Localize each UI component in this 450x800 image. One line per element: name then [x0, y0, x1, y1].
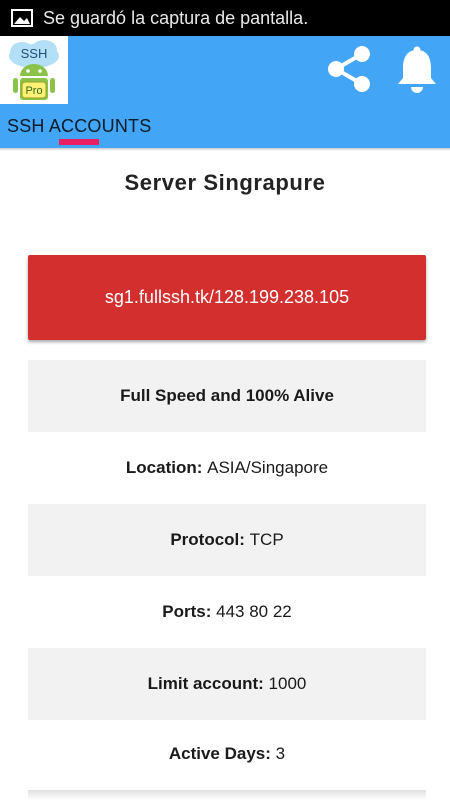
- app-bar: SSH Pro: [0, 36, 450, 104]
- detail-key: Active Days:: [168, 744, 271, 763]
- detail-row-limit-account: Limit account: 1000: [28, 648, 426, 720]
- app-logo: SSH Pro: [0, 36, 68, 104]
- server-title: Server Singrapure: [124, 170, 326, 195]
- detail-row-location: Location: ASIA/Singapore: [28, 432, 426, 504]
- logo-top-text: SSH: [21, 46, 48, 61]
- bell-icon[interactable]: [394, 44, 440, 94]
- share-icon[interactable]: [324, 44, 374, 94]
- detail-value: 3: [275, 744, 286, 763]
- status-message: Se guardó la captura de pantalla.: [43, 7, 309, 28]
- detail-value: 443 80 22: [216, 602, 292, 621]
- detail-key: Ports:: [162, 602, 212, 621]
- detail-row-active-days: Active Days: 3: [28, 718, 426, 790]
- image-icon: [11, 9, 33, 27]
- server-status-text: Full Speed and 100% Alive: [120, 386, 334, 405]
- detail-key: Limit account:: [147, 674, 264, 693]
- detail-value: TCP: [249, 530, 284, 549]
- status-bar: Se guardó la captura de pantalla.: [0, 0, 450, 36]
- server-host-button[interactable]: sg1.fullssh.tk/128.199.238.105: [28, 255, 426, 340]
- detail-row-protocol: Protocol: TCP: [28, 504, 426, 576]
- logo-bottom-text: Pro: [25, 85, 42, 97]
- tab-bar-shadow: [0, 148, 450, 151]
- next-card-edge: [28, 790, 426, 800]
- active-tab-indicator: [59, 139, 99, 145]
- server-status-row: Full Speed and 100% Alive: [28, 360, 426, 432]
- tab-label: SSH ACCOUNTS: [7, 116, 152, 136]
- detail-row-ports: Ports: 443 80 22: [28, 576, 426, 648]
- detail-key: Protocol:: [170, 530, 245, 549]
- detail-key: Location:: [125, 458, 203, 477]
- detail-value: 1000: [268, 674, 307, 693]
- android-ssh-logo-icon: SSH Pro: [9, 40, 59, 100]
- detail-value: ASIA/Singapore: [207, 458, 329, 477]
